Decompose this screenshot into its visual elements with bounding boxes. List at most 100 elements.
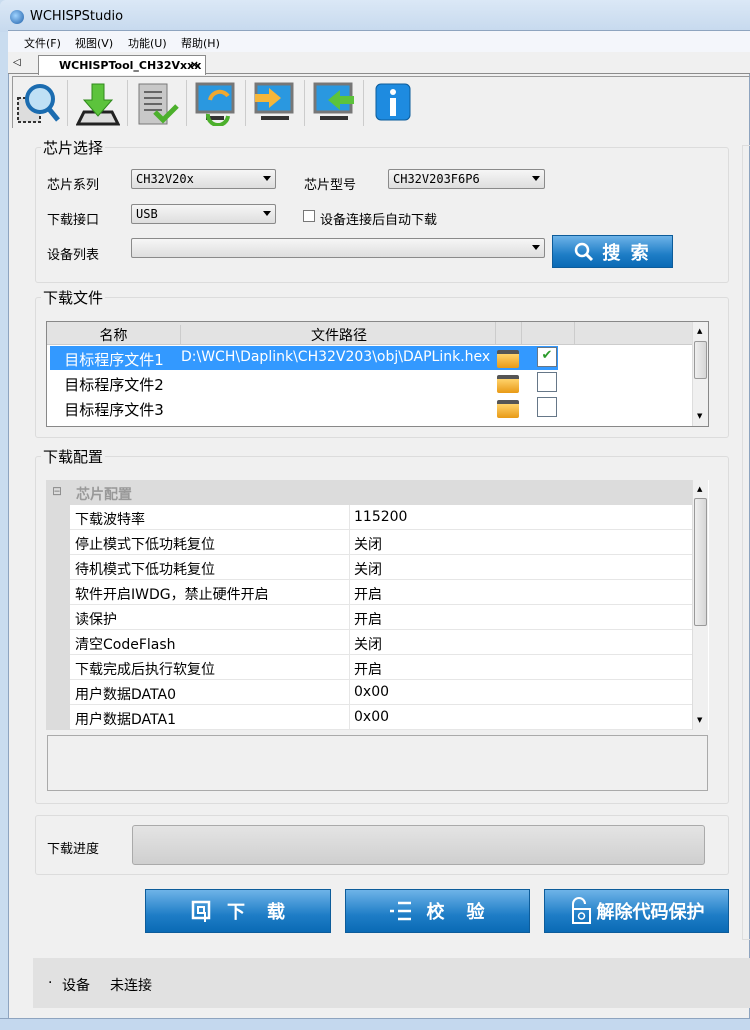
file-name-3[interactable]: 目标程序文件3 xyxy=(47,399,181,420)
side-panel-edge xyxy=(742,145,750,940)
menu-file[interactable]: 文件(F) xyxy=(24,35,61,51)
download-file-title: 下载文件 xyxy=(41,287,106,308)
property-key: 读保护 xyxy=(75,612,117,628)
property-value[interactable]: 开启 xyxy=(349,580,382,605)
property-value[interactable]: 开启 xyxy=(349,655,382,680)
property-row[interactable]: 下载完成后执行软复位 开启 xyxy=(70,655,692,680)
auto-download-checkbox[interactable] xyxy=(303,210,315,222)
property-row[interactable]: 读保护 开启 xyxy=(70,605,692,630)
property-key: 下载完成后执行软复位 xyxy=(75,662,215,678)
port-select[interactable]: USB xyxy=(131,204,276,224)
collapse-icon[interactable]: ⊟ xyxy=(52,484,62,498)
model-select[interactable]: CH32V203F6P6 xyxy=(388,169,545,189)
progress-label: 下载进度 xyxy=(47,842,100,857)
search-chip-button[interactable] xyxy=(16,82,60,126)
verify-button-label: 校 验 xyxy=(426,902,487,923)
property-value[interactable]: 关闭 xyxy=(349,630,382,655)
property-row[interactable]: 清空CodeFlash 关闭 xyxy=(70,630,692,655)
menu-bar: 文件(F) 视图(V) 功能(U) 帮助(H) xyxy=(8,31,750,52)
tab-wchisptool[interactable]: WCHISPTool_CH32Vxxx × xyxy=(38,55,206,75)
file-2-checkbox[interactable] xyxy=(537,372,557,392)
search-button[interactable]: 搜 索 xyxy=(552,235,673,268)
column-header-path[interactable]: 文件路径 xyxy=(182,325,496,345)
config-scrollbar[interactable]: ▲ ▼ xyxy=(692,480,708,730)
close-tab-icon[interactable]: × xyxy=(190,58,199,71)
property-key: 用户数据DATA0 xyxy=(75,687,176,703)
file-table-scrollbar[interactable]: ▲ ▼ xyxy=(692,322,708,426)
download-icon[interactable] xyxy=(75,82,121,126)
property-row[interactable]: 用户数据DATA1 0x00 xyxy=(70,705,692,730)
property-key: 待机模式下低功耗复位 xyxy=(75,562,215,578)
tab-label: WCHISPTool_CH32Vxxx xyxy=(59,59,202,72)
chevron-down-icon xyxy=(263,176,271,181)
series-value: CH32V20x xyxy=(136,172,194,186)
folder-open-icon[interactable] xyxy=(497,350,519,368)
chevron-down-icon xyxy=(532,245,540,250)
property-value[interactable]: 0x00 xyxy=(349,680,389,705)
file-1-checkbox[interactable]: ✔ xyxy=(537,347,557,367)
property-value[interactable]: 关闭 xyxy=(349,555,382,580)
property-key: 清空CodeFlash xyxy=(75,637,176,653)
download-progress-bar xyxy=(132,825,705,865)
property-key: 用户数据DATA1 xyxy=(75,712,176,728)
property-description-box xyxy=(47,735,708,791)
category-label: 芯片配置 xyxy=(76,487,132,503)
unprotect-button-label: 解除代码保护 xyxy=(596,902,705,923)
import-icon[interactable] xyxy=(312,82,356,126)
property-row[interactable]: 停止模式下低功耗复位 关闭 xyxy=(70,530,692,555)
device-list-label: 设备列表 xyxy=(47,248,100,263)
column-header-name[interactable]: 名称 xyxy=(47,325,181,345)
property-row[interactable]: 下载波特率 115200 xyxy=(70,505,692,530)
menu-view[interactable]: 视图(V) xyxy=(75,35,113,51)
property-value[interactable]: 开启 xyxy=(349,605,382,630)
category-header[interactable] xyxy=(46,480,692,505)
property-value[interactable]: 115200 xyxy=(349,505,407,530)
property-value[interactable]: 关闭 xyxy=(349,530,382,555)
file-3-checkbox[interactable] xyxy=(537,397,557,417)
model-value: CH32V203F6P6 xyxy=(393,172,480,186)
search-icon xyxy=(575,242,594,261)
menu-help[interactable]: 帮助(H) xyxy=(181,35,220,51)
file-name-2[interactable]: 目标程序文件2 xyxy=(47,374,181,395)
refresh-device-icon[interactable] xyxy=(194,82,238,127)
unlock-icon xyxy=(571,897,591,924)
series-label: 芯片系列 xyxy=(47,178,100,193)
download-config-title: 下载配置 xyxy=(41,446,106,467)
status-device-state: 未连接 xyxy=(110,978,152,994)
verify-button[interactable]: 校 验 xyxy=(345,889,530,933)
checklist-icon xyxy=(389,901,411,921)
chip-download-icon xyxy=(191,900,211,922)
file-path-1[interactable]: D:\WCH\Daplink\CH32V203\obj\DAPLink.hex xyxy=(181,349,495,365)
property-key: 下载波特率 xyxy=(75,512,145,528)
status-device-label: 设备 xyxy=(62,978,90,994)
port-value: USB xyxy=(136,207,158,221)
auto-download-label: 设备连接后自动下载 xyxy=(320,213,438,228)
property-value[interactable]: 0x00 xyxy=(349,705,389,730)
port-label: 下载接口 xyxy=(47,213,100,228)
property-row[interactable]: 待机模式下低功耗复位 关闭 xyxy=(70,555,692,580)
status-bullet: · xyxy=(48,975,53,991)
export-icon[interactable] xyxy=(253,82,297,126)
chevron-down-icon xyxy=(532,176,540,181)
download-button[interactable]: 下 载 xyxy=(145,889,331,933)
verify-icon[interactable] xyxy=(135,82,179,126)
file-name-1[interactable]: 目标程序文件1 xyxy=(47,349,181,370)
file-table: 名称 文件路径 目标程序文件1 D:\WCH\Daplink\CH32V203\… xyxy=(46,321,709,427)
tab-scroll-left-icon[interactable]: ◁ xyxy=(13,57,21,68)
property-row[interactable]: 软件开启IWDG，禁止硬件开启 开启 xyxy=(70,580,692,605)
device-list-select[interactable] xyxy=(131,238,545,258)
chevron-down-icon xyxy=(263,211,271,216)
property-row[interactable]: 用户数据DATA0 0x00 xyxy=(70,680,692,705)
menu-function[interactable]: 功能(U) xyxy=(128,35,167,51)
chip-select-title: 芯片选择 xyxy=(41,137,106,158)
app-icon xyxy=(10,10,24,24)
search-button-label: 搜 索 xyxy=(602,242,651,264)
folder-open-icon[interactable] xyxy=(497,400,519,418)
model-label: 芯片型号 xyxy=(304,178,357,193)
series-select[interactable]: CH32V20x xyxy=(131,169,276,189)
folder-open-icon[interactable] xyxy=(497,375,519,393)
property-key: 停止模式下低功耗复位 xyxy=(75,537,215,553)
info-icon[interactable] xyxy=(373,82,417,126)
property-key: 软件开启IWDG，禁止硬件开启 xyxy=(75,587,269,603)
unprotect-button[interactable]: 解除代码保护 xyxy=(544,889,729,933)
